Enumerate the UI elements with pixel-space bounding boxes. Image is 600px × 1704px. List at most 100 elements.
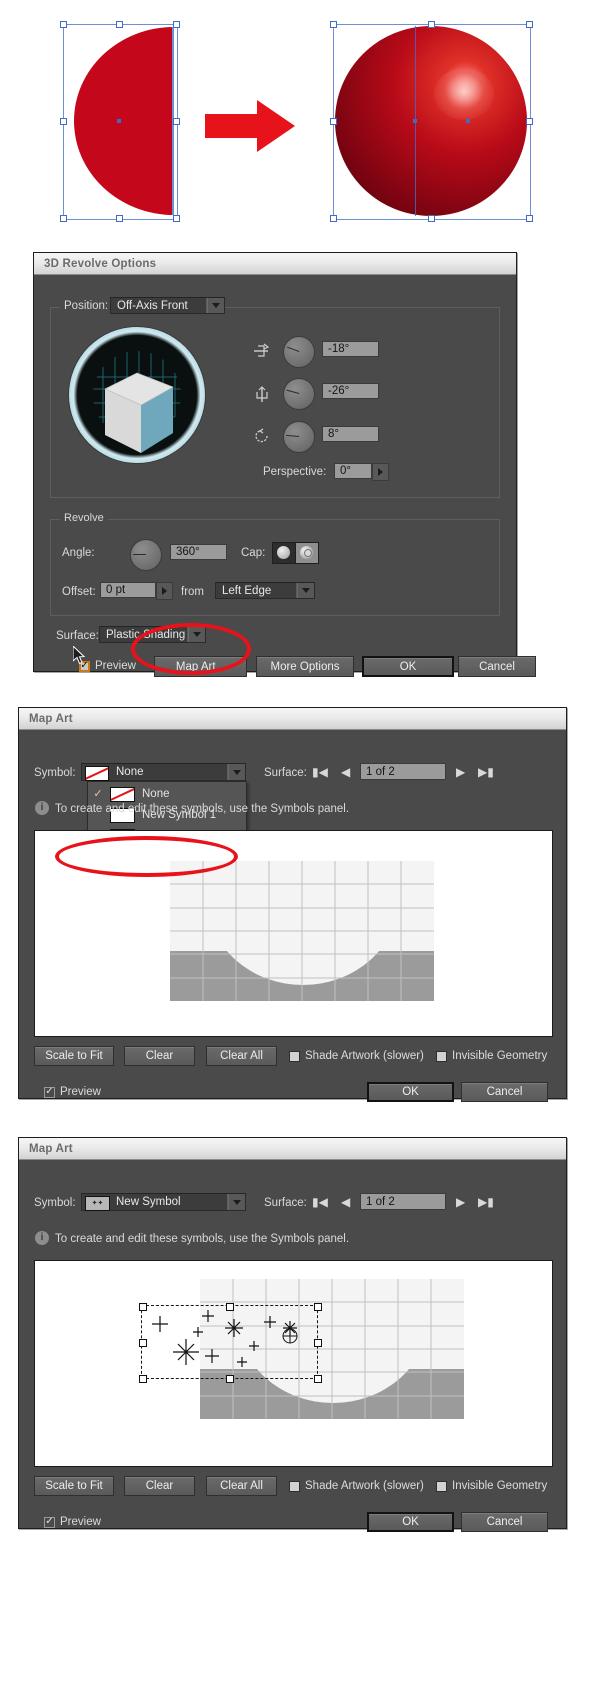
cancel-button[interactable]: Cancel — [461, 1512, 548, 1532]
chevron-down-icon[interactable] — [207, 298, 224, 313]
shade-artwork-label: Shade Artwork (slower) — [305, 1480, 424, 1492]
surface-index-field[interactable]: 1 of 2 — [360, 763, 446, 780]
y-axis-value[interactable]: -26° — [322, 383, 379, 399]
ok-button-label: OK — [402, 1086, 419, 1098]
scale-to-fit-button[interactable]: Scale to Fit — [34, 1476, 114, 1496]
z-axis-value[interactable]: 8° — [322, 426, 379, 442]
y-axis-rotation-icon — [256, 386, 268, 402]
offset-from-select[interactable]: Left Edge — [215, 582, 315, 599]
more-options-button[interactable]: More Options — [256, 656, 354, 677]
selection-handle[interactable] — [526, 21, 533, 28]
y-axis-value-text: -26° — [328, 385, 350, 397]
bbox-handle[interactable] — [139, 1303, 147, 1311]
bbox-handle[interactable] — [226, 1375, 234, 1383]
invisible-geometry-checkbox[interactable]: Invisible Geometry — [436, 1050, 547, 1062]
selection-handle[interactable] — [173, 118, 180, 125]
selection-handle[interactable] — [526, 118, 533, 125]
cap-on-button[interactable] — [272, 542, 296, 564]
checkbox-box[interactable]: ✓ — [44, 1516, 55, 1528]
angle-value[interactable]: 360° — [170, 544, 227, 560]
offset-value[interactable]: 0 pt — [100, 582, 156, 598]
x-axis-rotation-icon — [254, 343, 270, 357]
ok-button[interactable]: OK — [367, 1512, 454, 1532]
info-text: To create and edit these symbols, use th… — [55, 1233, 350, 1245]
clear-button[interactable]: Clear — [124, 1476, 195, 1496]
checkbox-box[interactable] — [436, 1480, 447, 1492]
selection-handle[interactable] — [60, 21, 67, 28]
angle-dial[interactable] — [130, 539, 162, 571]
selection-handle[interactable] — [116, 21, 123, 28]
z-axis-dial[interactable] — [283, 421, 315, 453]
perspective-value[interactable]: 0° — [334, 463, 372, 479]
previous-surface-button[interactable]: ◀ — [341, 765, 350, 779]
cap-off-button[interactable] — [295, 542, 319, 564]
cancel-button[interactable]: Cancel — [458, 656, 536, 677]
checkbox-box[interactable]: ✓ — [44, 1086, 55, 1098]
preview-checkbox[interactable]: ✓ Preview — [44, 1516, 101, 1528]
last-surface-button[interactable]: ▶▮ — [478, 1195, 494, 1209]
bbox-handle[interactable] — [314, 1303, 322, 1311]
dialog-title-bar: 3D Revolve Options — [34, 253, 516, 275]
first-surface-button[interactable]: ▮◀ — [312, 1195, 328, 1209]
checkbox-box[interactable] — [289, 1480, 300, 1492]
next-surface-button[interactable]: ▶ — [456, 765, 465, 779]
surface-index-field[interactable]: 1 of 2 — [360, 1193, 446, 1210]
bbox-handle[interactable] — [314, 1339, 322, 1347]
chevron-down-icon[interactable] — [228, 1194, 245, 1210]
clear-all-button[interactable]: Clear All — [206, 1046, 277, 1066]
bbox-handle[interactable] — [314, 1375, 322, 1383]
chevron-down-icon[interactable] — [228, 764, 245, 780]
bbox-handle[interactable] — [139, 1339, 147, 1347]
selection-handle[interactable] — [526, 215, 533, 222]
cancel-button[interactable]: Cancel — [461, 1082, 548, 1102]
checkbox-box[interactable] — [436, 1050, 447, 1062]
rotation-cube-widget[interactable] — [69, 327, 205, 463]
x-axis-dial[interactable] — [283, 336, 315, 368]
shade-artwork-label: Shade Artwork (slower) — [305, 1050, 424, 1062]
surface-grid-artwork — [170, 861, 434, 1001]
first-surface-button[interactable]: ▮◀ — [312, 765, 328, 779]
next-surface-button[interactable]: ▶ — [456, 1195, 465, 1209]
selection-handle[interactable] — [428, 215, 435, 222]
perspective-stepper[interactable] — [372, 463, 389, 481]
selection-handle[interactable] — [330, 215, 337, 222]
symbol-select[interactable]: None — [81, 763, 246, 781]
dialog-title: 3D Revolve Options — [44, 257, 157, 270]
x-axis-value-text: -18° — [328, 343, 350, 355]
chevron-down-icon[interactable] — [297, 583, 314, 598]
x-axis-value[interactable]: -18° — [322, 341, 379, 357]
ok-button[interactable]: OK — [367, 1082, 454, 1102]
placed-symbol-bounding-box[interactable] — [139, 1303, 322, 1383]
map-art-preview-pane[interactable] — [34, 1260, 553, 1467]
ok-button-label: OK — [399, 660, 417, 673]
selection-handle[interactable] — [116, 215, 123, 222]
dropdown-item-none[interactable]: ✓ None — [88, 783, 246, 804]
clear-all-button[interactable]: Clear All — [206, 1476, 277, 1496]
preview-checkbox[interactable]: ✓ Preview — [44, 1086, 101, 1098]
invisible-geometry-checkbox[interactable]: Invisible Geometry — [436, 1480, 547, 1492]
info-text: To create and edit these symbols, use th… — [55, 803, 350, 815]
selection-handle[interactable] — [330, 21, 337, 28]
selection-handle[interactable] — [173, 21, 180, 28]
last-surface-button[interactable]: ▶▮ — [478, 765, 494, 779]
bbox-handle[interactable] — [226, 1303, 234, 1311]
shade-artwork-checkbox[interactable]: Shade Artwork (slower) — [289, 1050, 424, 1062]
selection-handle[interactable] — [60, 118, 67, 125]
previous-surface-button[interactable]: ◀ — [341, 1195, 350, 1209]
bbox-handle[interactable] — [139, 1375, 147, 1383]
selection-handle[interactable] — [173, 215, 180, 222]
symbol-select[interactable]: ✦✦ New Symbol — [81, 1193, 246, 1211]
position-select[interactable]: Off-Axis Front — [110, 297, 225, 314]
clear-button[interactable]: Clear — [124, 1046, 195, 1066]
ok-button[interactable]: OK — [362, 656, 454, 677]
surface-index-text: 1 of 2 — [366, 765, 395, 778]
selection-handle[interactable] — [330, 118, 337, 125]
checkbox-box[interactable] — [289, 1050, 300, 1062]
z-axis-rotation-icon — [255, 428, 268, 443]
shade-artwork-checkbox[interactable]: Shade Artwork (slower) — [289, 1480, 424, 1492]
offset-stepper[interactable] — [156, 582, 173, 600]
selection-handle[interactable] — [428, 21, 435, 28]
y-axis-dial[interactable] — [283, 378, 315, 410]
scale-to-fit-button[interactable]: Scale to Fit — [34, 1046, 114, 1066]
selection-handle[interactable] — [60, 215, 67, 222]
